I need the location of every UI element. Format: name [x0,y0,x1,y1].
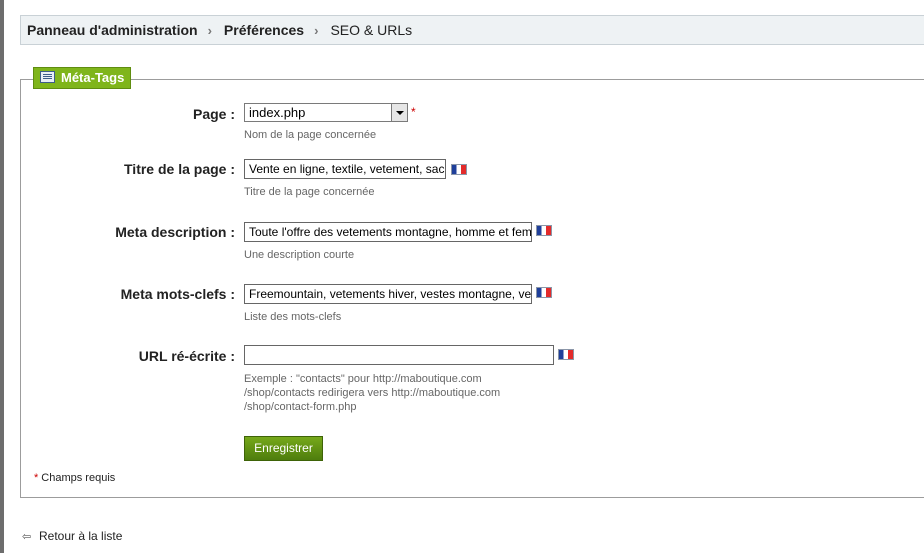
url-hint-line2: /shop/contacts redirigera vers http://ma… [244,387,501,399]
page-hint: Nom de la page concernée [244,129,377,141]
url-hint-line3: /shop/contact-form.php [244,401,357,413]
legend-title: Méta-Tags [61,70,125,85]
url-input[interactable] [244,345,554,365]
save-button[interactable]: Enregistrer [244,436,323,461]
breadcrumb-admin-link[interactable]: Panneau d'administration [27,22,198,38]
back-to-list-link[interactable]: ⇦ Retour à la liste [22,529,122,543]
chevron-right-icon: › [207,23,212,38]
back-link-label: Retour à la liste [39,529,123,543]
keyboard-icon [40,71,55,83]
required-star: * [34,472,39,484]
required-note: * Champs requis [34,472,115,484]
breadcrumb-current: SEO & URLs [330,22,413,38]
description-hint: Une description courte [244,249,355,261]
back-arrow-icon: ⇦ [22,531,32,543]
fieldset-legend: Méta-Tags [33,67,132,89]
url-hint-line1: Exemple : "contacts" pour http://mabouti… [244,373,482,385]
french-flag-icon[interactable] [451,164,467,175]
title-label: Titre de la page : [124,161,235,177]
breadcrumb-preferences-link[interactable]: Préférences [224,22,304,38]
keywords-label: Meta mots-clefs : [120,286,235,302]
title-input[interactable]: Vente en ligne, textile, vetement, sac [244,159,446,179]
window-edge [0,0,4,553]
description-input[interactable]: Toute l'offre des vetements montagne, ho… [244,222,532,242]
breadcrumb: Panneau d'administration › Préférences › SEO… [20,15,924,45]
keywords-input[interactable]: Freemountain, vetements hiver, vestes mo… [244,284,532,304]
page-label: Page : [192,106,235,122]
french-flag-icon[interactable] [536,287,552,298]
required-marker: * [411,105,416,119]
description-label: Meta description : [115,224,235,240]
french-flag-icon[interactable] [536,225,552,236]
title-hint: Titre de la page concernée [244,186,375,198]
french-flag-icon[interactable] [558,349,574,360]
chevron-down-icon[interactable] [391,104,407,121]
page-select[interactable]: index.php [244,103,408,122]
page-select-value: index.php [249,105,306,120]
required-note-text: Champs requis [41,472,116,484]
url-label: URL ré-écrite : [138,348,235,364]
keywords-hint: Liste des mots-clefs [244,311,342,323]
chevron-right-icon: › [314,23,319,38]
